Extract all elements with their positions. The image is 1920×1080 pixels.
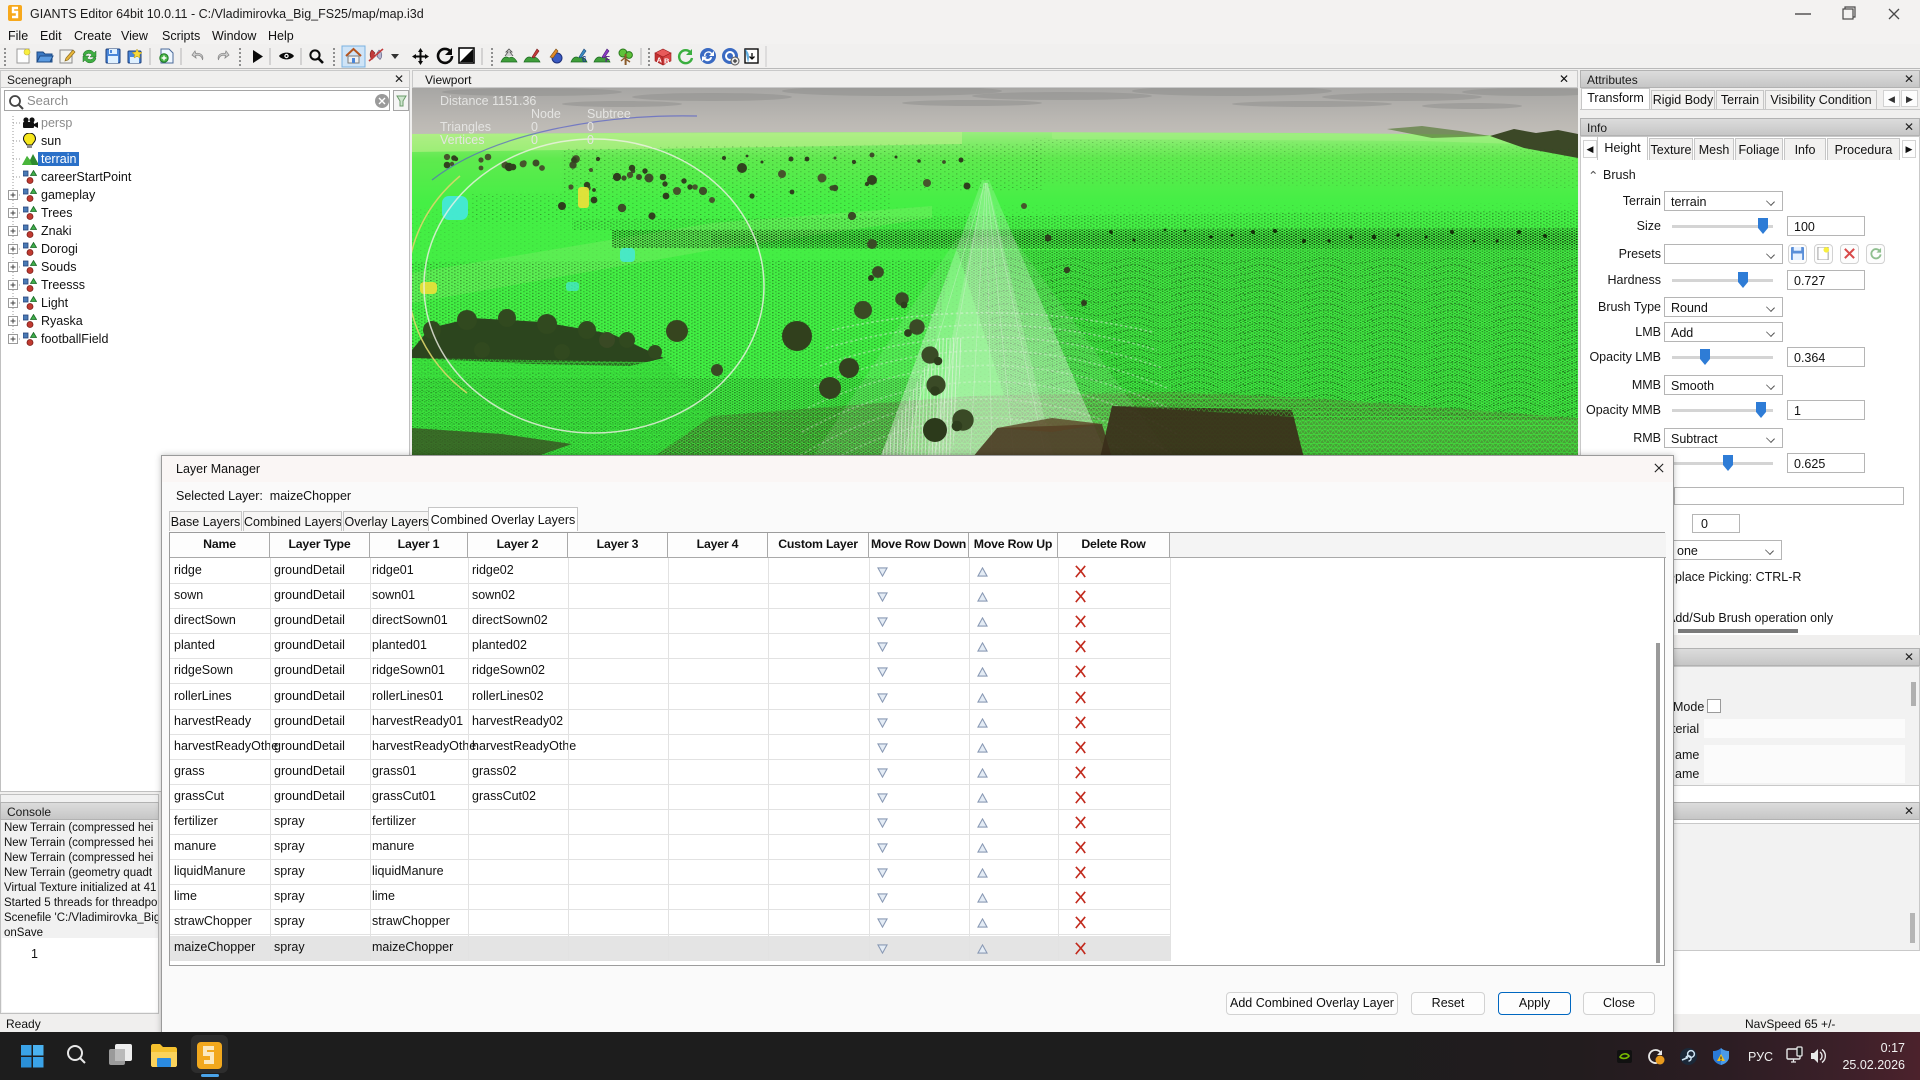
svg-text:Triangles: Triangles bbox=[440, 120, 491, 134]
svg-text:0: 0 bbox=[587, 133, 594, 147]
svg-text:Distance 1151.36: Distance 1151.36 bbox=[440, 94, 536, 108]
svg-text:РУС: РУС bbox=[1748, 1050, 1773, 1064]
svg-text:25.02.2026: 25.02.2026 bbox=[1842, 1058, 1905, 1072]
svg-text:Vertices: Vertices bbox=[440, 133, 484, 147]
svg-text:0: 0 bbox=[587, 120, 594, 134]
svg-text:A: A bbox=[657, 56, 663, 65]
svg-text:0: 0 bbox=[531, 133, 538, 147]
svg-text:F: F bbox=[605, 55, 610, 64]
svg-text:6: 6 bbox=[582, 55, 587, 64]
svg-text:B: B bbox=[664, 57, 670, 66]
svg-text:Subtree: Subtree bbox=[587, 107, 631, 121]
svg-text:0: 0 bbox=[531, 120, 538, 134]
svg-text:0:17: 0:17 bbox=[1881, 1041, 1905, 1055]
svg-text:Node: Node bbox=[531, 107, 561, 121]
